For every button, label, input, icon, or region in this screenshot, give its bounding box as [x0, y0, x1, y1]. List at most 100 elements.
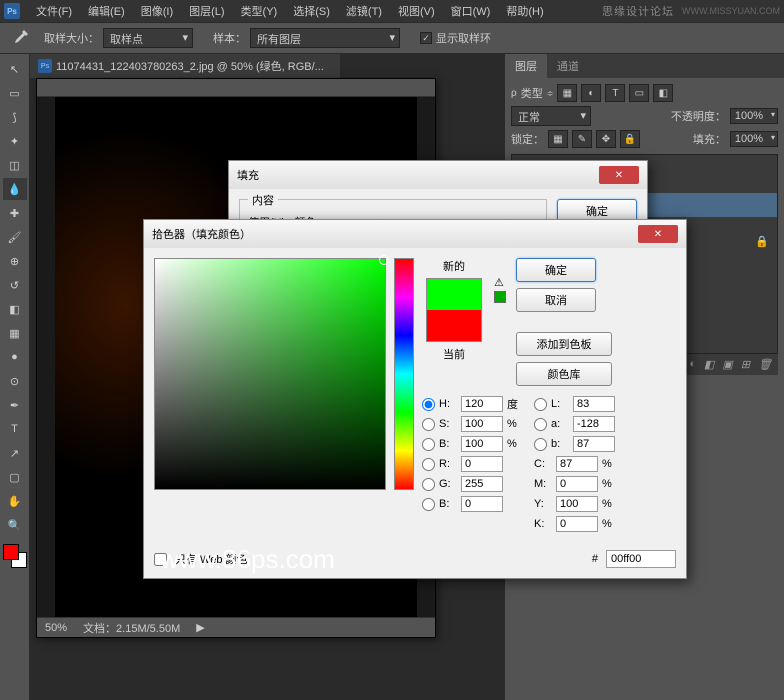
s-radio[interactable]: [422, 418, 435, 431]
filter-type-icon[interactable]: T: [605, 84, 625, 102]
zoom-tool[interactable]: 🔍: [3, 514, 27, 536]
a-input[interactable]: [573, 416, 615, 432]
l-input[interactable]: [573, 396, 615, 412]
menu-help[interactable]: 帮助(H): [498, 3, 551, 19]
r-radio[interactable]: [422, 458, 435, 471]
status-bar: 50% 文档：2.15M/5.50M ▶: [37, 617, 435, 637]
cancel-button[interactable]: 取消: [516, 288, 596, 312]
menu-edit[interactable]: 编辑(E): [80, 3, 133, 19]
close-icon[interactable]: ✕: [638, 225, 678, 243]
kind-label: 类型: [521, 85, 543, 101]
k-input[interactable]: [556, 516, 598, 532]
hue-slider[interactable]: [394, 258, 414, 490]
menu-layer[interactable]: 图层(L): [181, 3, 232, 19]
new-layer-icon[interactable]: ⊞: [741, 358, 750, 371]
lasso-tool[interactable]: ⟆: [3, 106, 27, 128]
group-icon[interactable]: ▣: [722, 358, 732, 371]
new-label: 新的: [422, 258, 486, 274]
filter-pixel-icon[interactable]: ▦: [557, 84, 577, 102]
warning-icon[interactable]: ⚠: [494, 276, 508, 289]
lock-pixels-icon[interactable]: ▦: [548, 130, 568, 148]
fg-color[interactable]: [3, 544, 19, 560]
l-radio[interactable]: [534, 398, 547, 411]
add-swatch-button[interactable]: 添加到色板: [516, 332, 612, 356]
trash-icon[interactable]: 🗑: [758, 358, 772, 371]
heal-tool[interactable]: ✚: [3, 202, 27, 224]
menu-view[interactable]: 视图(V): [390, 3, 443, 19]
adjustment-icon[interactable]: ◧: [704, 358, 714, 371]
saturation-value-box[interactable]: [154, 258, 386, 490]
bl-input[interactable]: [461, 496, 503, 512]
color-swatches[interactable]: [3, 544, 27, 568]
eraser-tool[interactable]: ◧: [3, 298, 27, 320]
filter-adjust-icon[interactable]: ◐: [581, 84, 601, 102]
type-tool[interactable]: T: [3, 418, 27, 440]
s-input[interactable]: [461, 416, 503, 432]
eyedropper-tool[interactable]: 💧: [3, 178, 27, 200]
h-radio[interactable]: [422, 398, 435, 411]
menu-window[interactable]: 窗口(W): [443, 3, 499, 19]
hand-tool[interactable]: ✋: [3, 490, 27, 512]
gradient-tool[interactable]: ▦: [3, 322, 27, 344]
layers-tab[interactable]: 图层: [505, 54, 547, 78]
web-only-checkbox[interactable]: [154, 553, 167, 566]
mask-icon[interactable]: ◐: [689, 358, 696, 371]
picker-title-bar[interactable]: 拾色器（填充颜色） ✕: [144, 220, 686, 248]
lock-all-icon[interactable]: 🔒: [620, 130, 640, 148]
zoom-level[interactable]: 50%: [45, 622, 67, 634]
a-radio[interactable]: [534, 418, 547, 431]
hex-input[interactable]: [606, 550, 676, 568]
filter-smart-icon[interactable]: ◧: [653, 84, 673, 102]
b-radio[interactable]: [422, 438, 435, 451]
sample-size-dropdown[interactable]: 取样点: [103, 28, 193, 48]
url-watermark: WWW.MISSYUAN.COM: [682, 6, 780, 16]
move-tool[interactable]: ↖: [3, 58, 27, 80]
menu-file[interactable]: 文件(F): [28, 3, 80, 19]
ok-button[interactable]: 确定: [516, 258, 596, 282]
color-libraries-button[interactable]: 颜色库: [516, 362, 612, 386]
filter-shape-icon[interactable]: ▭: [629, 84, 649, 102]
sample-dropdown[interactable]: 所有图层: [250, 28, 400, 48]
menu-filter[interactable]: 滤镜(T): [338, 3, 390, 19]
g-radio[interactable]: [422, 478, 435, 491]
brush-tool[interactable]: 🖌: [3, 226, 27, 248]
show-ring-label: 显示取样环: [436, 30, 491, 46]
lock-move-icon[interactable]: ✥: [596, 130, 616, 148]
b-input[interactable]: [461, 436, 503, 452]
menu-select[interactable]: 选择(S): [285, 3, 338, 19]
pen-tool[interactable]: ✒: [3, 394, 27, 416]
document-tab[interactable]: Ps 11074431_122403780263_2.jpg @ 50% (绿色…: [30, 54, 340, 78]
channels-tab[interactable]: 通道: [547, 54, 589, 78]
b2-radio[interactable]: [534, 438, 547, 451]
dodge-tool[interactable]: ⊙: [3, 370, 27, 392]
stamp-tool[interactable]: ⊕: [3, 250, 27, 272]
history-brush-tool[interactable]: ↺: [3, 274, 27, 296]
fill-opacity-label: 填充：: [693, 131, 726, 147]
menu-type[interactable]: 类型(Y): [233, 3, 286, 19]
new-color: [427, 279, 481, 310]
show-ring-checkbox[interactable]: ✓: [420, 32, 432, 44]
fill-dialog-title[interactable]: 填充 ✕: [229, 161, 647, 189]
r-input[interactable]: [461, 456, 503, 472]
m-input[interactable]: [556, 476, 598, 492]
marquee-tool[interactable]: ▭: [3, 82, 27, 104]
content-legend: 内容: [248, 192, 278, 208]
blend-mode-dropdown[interactable]: 正常: [511, 106, 591, 126]
shape-tool[interactable]: ▢: [3, 466, 27, 488]
menu-image[interactable]: 图像(I): [133, 3, 181, 19]
opacity-value[interactable]: 100%: [730, 108, 778, 124]
g-input[interactable]: [461, 476, 503, 492]
crop-tool[interactable]: ◫: [3, 154, 27, 176]
b2-input[interactable]: [573, 436, 615, 452]
lock-brush-icon[interactable]: ✎: [572, 130, 592, 148]
h-input[interactable]: [461, 396, 503, 412]
wand-tool[interactable]: ✦: [3, 130, 27, 152]
blur-tool[interactable]: ●: [3, 346, 27, 368]
close-icon[interactable]: ✕: [599, 166, 639, 184]
websafe-swatch[interactable]: [494, 291, 506, 303]
c-input[interactable]: [556, 456, 598, 472]
bl-radio[interactable]: [422, 498, 435, 511]
y-input[interactable]: [556, 496, 598, 512]
fill-opacity-value[interactable]: 100%: [730, 131, 778, 147]
path-tool[interactable]: ↗: [3, 442, 27, 464]
